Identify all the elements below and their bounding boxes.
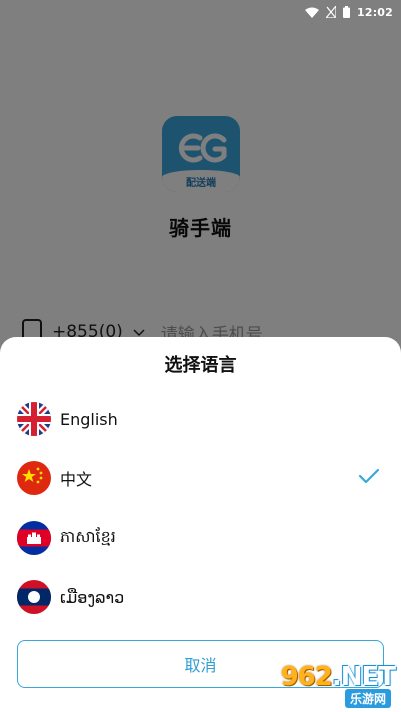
language-option-chinese[interactable]: 中文	[0, 450, 401, 506]
wifi-icon	[304, 7, 319, 18]
sheet-title: 选择语言	[164, 355, 237, 376]
status-time: 12:02	[356, 5, 393, 19]
watermark-brand: 962.NET	[280, 662, 396, 692]
battery-icon	[342, 6, 350, 18]
language-label: English	[60, 409, 118, 429]
status-bar: 12:02	[0, 0, 401, 24]
language-label: ភាសាខ្មែរ	[60, 527, 116, 546]
language-sheet: 选择语言 English 中文 ភាសាខ្មែរ ເມືອງລາວ 取消	[0, 337, 401, 712]
check-icon	[358, 468, 380, 488]
language-label: 中文	[60, 470, 93, 489]
language-label: ເມືອງລາວ	[60, 587, 125, 607]
language-option-lao[interactable]: ເມືອງລາວ	[0, 569, 401, 625]
language-option-khmer[interactable]: ភាសាខ្មែរ	[0, 510, 401, 566]
cambodia-flag-icon	[17, 521, 51, 555]
laos-flag-icon	[17, 580, 51, 614]
signal-off-icon	[325, 6, 336, 18]
china-flag-icon	[17, 461, 51, 495]
uk-flag-icon	[17, 402, 51, 436]
watermark-logo: 962.NET 乐游网	[259, 662, 396, 708]
watermark-sub: 乐游网	[344, 689, 391, 708]
language-option-english[interactable]: English	[0, 391, 401, 447]
screen: 12:02 配送端 骑手端 +855(0) 请输入手机号 选择语言	[0, 0, 401, 712]
